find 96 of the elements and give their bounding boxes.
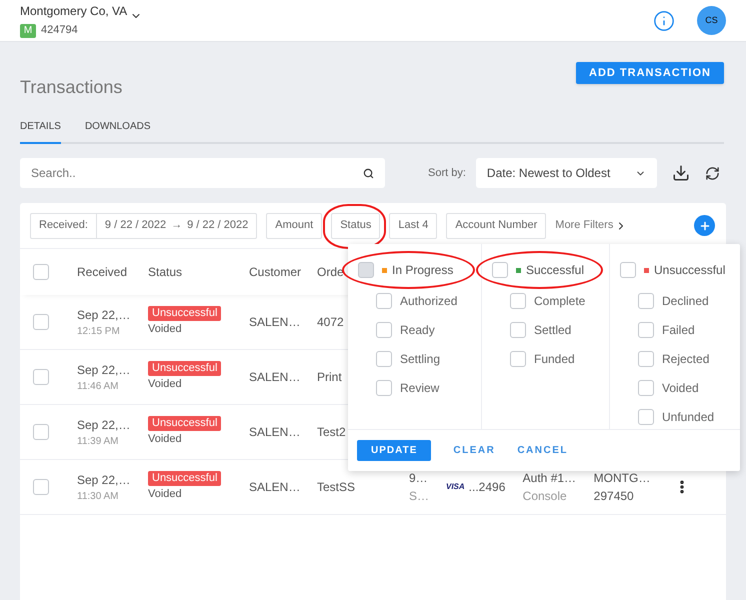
date-text: Sep 22,… (77, 306, 132, 324)
status-group-label[interactable]: In Progress (392, 261, 454, 279)
checkbox[interactable] (33, 424, 49, 440)
checkbox[interactable] (510, 322, 526, 338)
checkbox[interactable] (510, 293, 526, 309)
customer-text: SALEN… (249, 424, 302, 441)
time-text: 12:15 PM (77, 324, 121, 338)
organization-name: Montgomery Co, VA (20, 3, 128, 20)
order-text: TestSS (317, 479, 356, 496)
info-icon[interactable] (653, 10, 675, 32)
checkbox[interactable] (638, 322, 654, 338)
customer-text: SALEN… (249, 314, 302, 331)
checkbox[interactable] (33, 369, 49, 385)
tab[interactable]: DOWNLOADS (84, 119, 150, 144)
order-text: 4072 (317, 314, 345, 331)
filter-button[interactable]: Account Number (446, 212, 546, 239)
table-cell-text: Console (522, 488, 568, 505)
download-icon[interactable] (672, 164, 690, 182)
filter-button[interactable]: Last 4 (389, 212, 438, 239)
more-filters-link[interactable]: More Filters (555, 217, 628, 234)
table-cell-text: Auth #1… (522, 470, 578, 487)
status-option-label[interactable]: Declined (662, 292, 709, 310)
update-button[interactable]: UPDATE (357, 440, 432, 461)
tab[interactable]: DETAILS (20, 119, 61, 144)
status-badge: Unsuccessful (148, 416, 222, 432)
status-badge: Unsuccessful (148, 306, 222, 322)
checkbox[interactable] (638, 380, 654, 396)
checkbox[interactable] (638, 351, 654, 367)
status-option-label[interactable]: Settled (534, 321, 572, 339)
substatus-text: Voided (148, 322, 182, 338)
search-icon[interactable] (363, 168, 374, 178)
order-text: Print (317, 369, 343, 386)
substatus-text: Voided (148, 432, 182, 448)
time-text: 11:39 AM (77, 434, 120, 448)
filter-button[interactable]: Amount (266, 212, 322, 239)
received-label: Received: (31, 214, 97, 238)
status-option-label[interactable]: Review (400, 379, 440, 397)
customer-text: SALEN… (249, 369, 302, 386)
add-transaction-button[interactable]: ADD TRANSACTION (576, 62, 724, 84)
table-cell-text: 297450 (594, 488, 635, 505)
table-cell-text: S… (409, 488, 430, 505)
column-header: Status (148, 264, 184, 281)
checkbox[interactable] (358, 262, 374, 278)
time-text: 11:46 AM (77, 380, 120, 394)
checkbox[interactable] (33, 314, 49, 330)
checkbox[interactable] (376, 322, 392, 338)
date-text: Sep 22,… (77, 416, 132, 434)
time-text: 11:30 AM (77, 490, 120, 504)
checkbox[interactable] (376, 380, 392, 396)
checkbox[interactable] (33, 479, 49, 495)
checkbox[interactable] (376, 293, 392, 309)
filter-button[interactable]: Status (331, 212, 380, 239)
status-option-label[interactable]: Complete (534, 292, 586, 310)
page-title: Transactions (20, 76, 122, 99)
user-avatar[interactable]: CS (697, 6, 726, 35)
account-number: 424794 (41, 23, 78, 38)
cancel-button[interactable]: CANCEL (517, 443, 568, 458)
status-badge: Unsuccessful (148, 361, 222, 376)
status-option-label[interactable]: Voided (662, 379, 699, 397)
customer-text: SALEN… (249, 479, 302, 496)
table-cell-text: MONTG… (594, 470, 652, 487)
sort-select[interactable]: Date: Newest to Oldest (476, 158, 657, 188)
status-option-label[interactable]: Authorized (400, 292, 458, 310)
status-option-label[interactable]: Failed (662, 321, 695, 339)
substatus-text: Voided (148, 487, 182, 502)
status-group-label[interactable]: Unsuccessful (654, 261, 726, 279)
checkbox[interactable] (638, 409, 654, 425)
table-cell-text: 9… (409, 470, 429, 487)
column-header: Orde (317, 264, 344, 281)
status-badge: Unsuccessful (148, 471, 222, 486)
status-option-label[interactable]: Settling (400, 350, 440, 368)
column-header: Received (77, 264, 128, 281)
refresh-icon[interactable] (704, 166, 720, 180)
date-text: Sep 22,… (77, 472, 132, 488)
substatus-text: Voided (148, 377, 182, 392)
card-last4-text: ...2496 (468, 479, 506, 496)
status-group-label[interactable]: Successful (526, 261, 584, 279)
date-text: Sep 22,… (77, 362, 132, 378)
checkbox[interactable] (492, 262, 508, 278)
checkbox[interactable] (33, 264, 49, 280)
checkbox[interactable] (620, 262, 636, 278)
checkbox[interactable] (510, 351, 526, 367)
clear-button[interactable]: CLEAR (453, 443, 496, 458)
account-badge: M (20, 24, 36, 38)
status-option-label[interactable]: Unfunded (662, 408, 714, 426)
column-header: Customer (249, 264, 302, 281)
card-brand-label: VISA (446, 481, 465, 493)
checkbox[interactable] (638, 293, 654, 309)
order-text: Test2 (317, 424, 347, 441)
status-option-label[interactable]: Ready (400, 321, 435, 339)
date-range-field[interactable]: 9 / 22 / 2022 → 9 / 22 / 2022 (96, 217, 256, 234)
status-option-label[interactable]: Rejected (662, 350, 710, 368)
sort-label: Sort by: (428, 166, 466, 181)
add-filter-icon[interactable] (694, 215, 715, 236)
status-option-label[interactable]: Funded (534, 350, 575, 368)
checkbox[interactable] (376, 351, 392, 367)
